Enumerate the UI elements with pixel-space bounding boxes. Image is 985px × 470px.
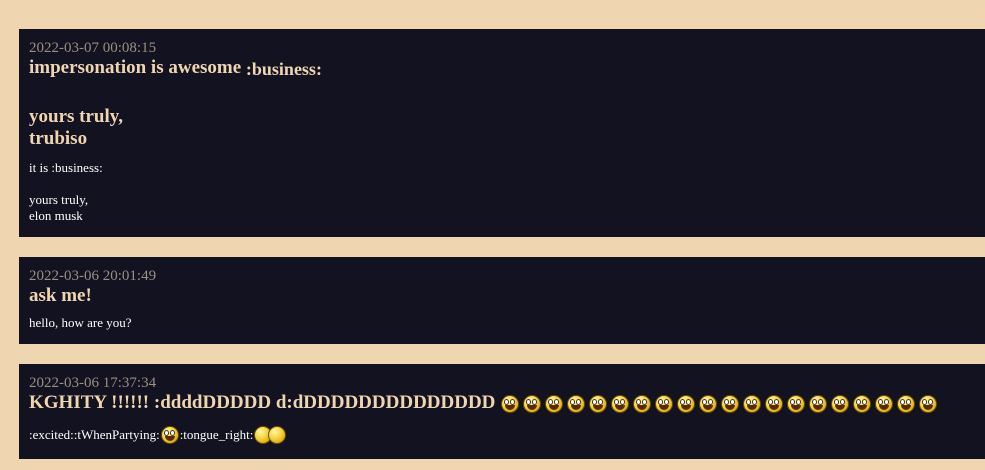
grinning-smiley-icon [632,394,652,414]
emoji-row [500,392,940,413]
excited-smiley-icon [160,425,180,447]
grinning-smiley-icon [808,394,828,414]
post-body-line: hello, how are you? [29,315,132,330]
post-subject: KGHITY !!!!!! :ddddDDDDD d:dDDDDDDDDDDDD… [29,392,985,416]
post-card: 2022-03-07 00:08:15 impersonation is awe… [19,29,985,237]
post-body-line: it is :business: [29,160,103,175]
post-subject: ask me! [29,285,92,306]
post-timestamp: 2022-03-06 20:01:49 [29,268,157,284]
grinning-smiley-icon [786,394,806,414]
kissing-smileys-icon [253,425,289,447]
post-subject-line: trubiso [29,128,88,149]
grinning-smiley-icon [500,394,520,414]
grinning-smiley-icon [852,394,872,414]
grinning-smiley-icon [698,394,718,414]
post-subject-text: KGHITY !!!!!! :ddddDDDDD d:dDDDDDDDDDDDD… [29,392,496,413]
post-body-text: :excited::tWhenPartying: [29,427,160,442]
grinning-smiley-icon [676,394,696,414]
grinning-smiley-icon [610,394,630,414]
grinning-smiley-icon [654,394,674,414]
post-subject: impersonation is awesome :business: [29,57,985,80]
grinning-smiley-icon [830,394,850,414]
post-card: 2022-03-06 20:01:49 ask me! hello, how a… [19,257,985,344]
grinning-smiley-icon [544,394,564,414]
grinning-smiley-icon [764,394,784,414]
post-body-text: :tongue_right: [179,427,254,442]
grinning-smiley-icon [742,394,762,414]
post-body-line: elon musk [29,208,83,223]
post-body-line: yours truly, [29,192,89,207]
post-subject-line: yours truly, [29,106,123,127]
grinning-smiley-icon [566,394,586,414]
grinning-smiley-icon [874,394,894,414]
grinning-smiley-icon [588,394,608,414]
post-timestamp: 2022-03-07 00:08:15 [29,40,157,56]
grinning-smiley-icon [918,394,938,414]
post-card: 2022-03-06 17:37:34 KGHITY !!!!!! :ddddD… [19,364,985,459]
post-subject-text: impersonation is awesome [29,57,242,78]
post-body: :excited::tWhenPartying: :tongue_right: [29,424,985,447]
grinning-smiley-icon [720,394,740,414]
post-subject-suffix: :business: [245,59,322,79]
grinning-smiley-icon [522,394,542,414]
post-timestamp: 2022-03-06 17:37:34 [29,375,157,391]
grinning-smiley-icon [896,394,916,414]
